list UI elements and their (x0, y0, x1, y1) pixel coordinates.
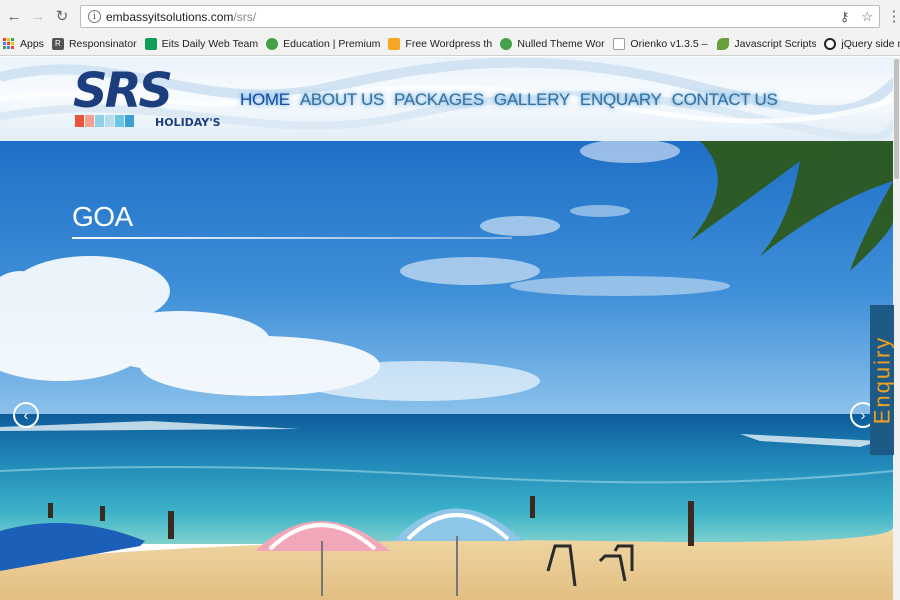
green-drop-icon (266, 37, 279, 50)
enquiry-label: Enquiry (869, 335, 894, 425)
bookmark-label: Education | Premium (283, 37, 381, 50)
logo-stripe-block (115, 115, 124, 127)
key-icon[interactable]: ⚷ (840, 9, 850, 25)
logo-text: SRS (73, 63, 173, 119)
url-path: /srs/ (233, 9, 257, 24)
hero-beach-image (0, 141, 893, 600)
site-logo[interactable]: SRS HOLIDAY'S (73, 63, 221, 131)
logo-stripe-block (125, 115, 134, 127)
slider-prev-button[interactable]: ‹ (13, 402, 39, 428)
bookmark-label: Responsinator (68, 37, 137, 50)
bookmark-label: Free Wordpress them (405, 37, 493, 50)
logo-stripe-block (95, 115, 104, 127)
reload-icon[interactable]: ↻ (52, 6, 72, 26)
bookmark-label: jQuery side menu Plu (841, 37, 900, 50)
nav-enquary[interactable]: ENQUARY (580, 90, 662, 110)
nav-about-us[interactable]: ABOUT US (300, 90, 385, 110)
forward-icon[interactable]: → (28, 6, 48, 26)
omnibox-actions: ⚷ ☆ (834, 9, 879, 25)
hero-slider: GOA ‹ › (0, 141, 893, 600)
leaf-icon (717, 37, 730, 50)
bookmark-label: Eits Daily Web Team (161, 37, 259, 50)
url-host: embassyitsolutions.com (106, 9, 234, 24)
bookmark-label: Orienko v1.3.5 – Woc (630, 37, 709, 50)
bookmark-apps[interactable]: Apps (0, 32, 48, 55)
bookmark-label: Apps (20, 37, 44, 50)
bookmark-eits[interactable]: Eits Daily Web Team (141, 32, 262, 55)
nav-gallery[interactable]: GALLERY (494, 90, 570, 110)
chevron-right-icon: › (860, 406, 866, 424)
slide-title-underline (72, 237, 512, 239)
bookmark-nulled[interactable]: Nulled Theme Wordp (496, 32, 609, 55)
enquiry-side-tab[interactable]: Enquiry (869, 305, 894, 455)
logo-subtitle: HOLIDAY'S (155, 116, 221, 129)
doc-icon (613, 37, 626, 50)
bookmarks-bar: Apps R Responsinator Eits Daily Web Team… (0, 32, 900, 56)
bookmark-responsinator[interactable]: R Responsinator (48, 32, 141, 55)
logo-stripe-block (75, 115, 84, 127)
responsinator-icon: R (51, 37, 64, 50)
bookmark-label: Nulled Theme Wordp (517, 37, 605, 50)
nav-packages[interactable]: PACKAGES (394, 90, 484, 110)
nav-contact-us[interactable]: CONTACT US (672, 90, 778, 110)
jquery-icon (824, 37, 837, 50)
sheets-icon (144, 37, 157, 50)
logo-color-stripe (75, 115, 135, 127)
logo-stripe-block (105, 115, 114, 127)
apps-grid-icon (3, 38, 14, 49)
slide-title: GOA (72, 201, 133, 232)
nav-home[interactable]: HOME (240, 90, 290, 110)
logo-stripe-block (85, 115, 94, 127)
orange-square-icon (388, 37, 401, 50)
bookmark-jquery[interactable]: jQuery side menu Plu (820, 32, 900, 55)
bookmark-label: Javascript Scripts, Fre (734, 37, 817, 50)
main-nav: HOME ABOUT US PACKAGES GALLERY ENQUARY C… (240, 90, 788, 110)
star-icon[interactable]: ☆ (861, 9, 873, 25)
menu-icon[interactable]: ⋮ (884, 6, 900, 26)
bookmark-education[interactable]: Education | Premium (262, 32, 384, 55)
bookmark-javascript[interactable]: Javascript Scripts, Fre (713, 32, 820, 55)
bookmark-wordpress[interactable]: Free Wordpress them (384, 32, 496, 55)
page-scrollbar[interactable] (893, 57, 900, 600)
address-bar[interactable]: i embassyitsolutions.com/srs/ ⚷ ☆ (80, 5, 880, 28)
browser-toolbar: ← → ↻ i embassyitsolutions.com/srs/ ⚷ ☆ … (0, 0, 900, 32)
site-header: SRS HOLIDAY'S HOME ABOUT US PACKAGES GAL… (0, 57, 900, 141)
info-icon[interactable]: i (88, 10, 101, 23)
chevron-left-icon: ‹ (23, 406, 29, 424)
scrollbar-thumb[interactable] (894, 59, 899, 179)
bookmark-orienko[interactable]: Orienko v1.3.5 – Woc (609, 32, 713, 55)
green-drop-icon (500, 37, 513, 50)
back-icon[interactable]: ← (4, 6, 24, 26)
